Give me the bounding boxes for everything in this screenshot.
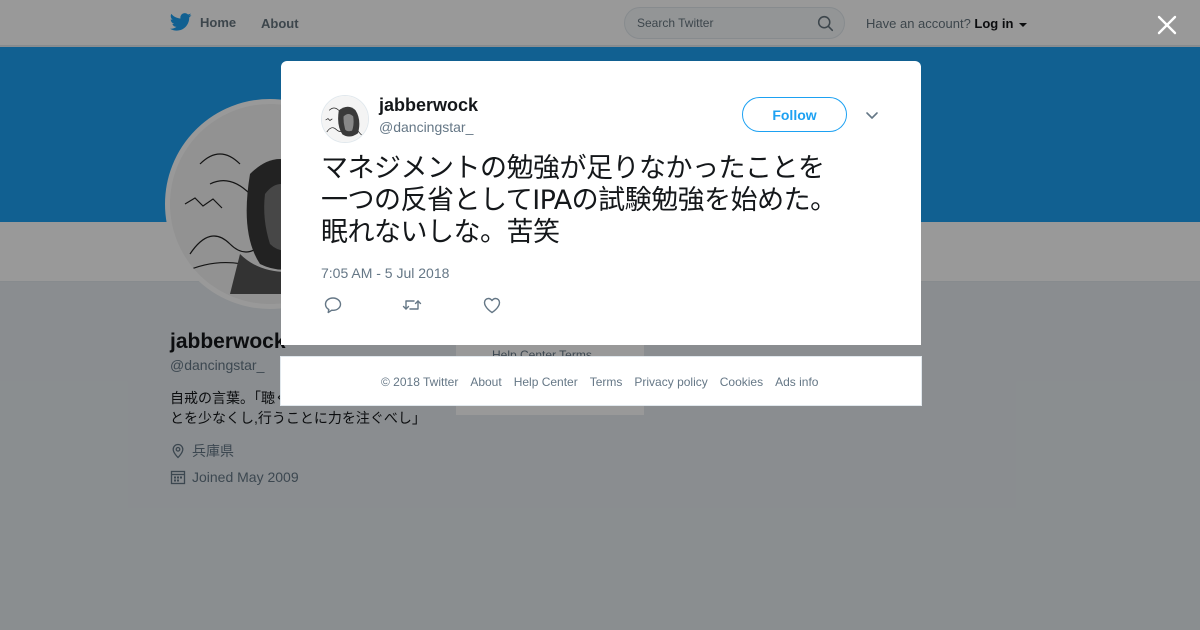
- footer-copyright: © 2018 Twitter: [381, 375, 459, 389]
- chevron-down-icon[interactable]: [864, 107, 880, 123]
- close-icon[interactable]: [1155, 13, 1179, 37]
- tweet-text-line: マネジメントの勉強が足りなかったことを: [321, 153, 825, 184]
- tweet-text-line: 一つの反省としてIPAの試験勉強を始めた。: [321, 185, 837, 216]
- footer-link-cookies[interactable]: Cookies: [720, 375, 763, 389]
- tweet-author-handle[interactable]: @dancingstar_: [379, 119, 473, 135]
- reply-icon[interactable]: [323, 296, 343, 314]
- tweet-author-avatar[interactable]: [321, 95, 369, 143]
- tweet-author-name[interactable]: jabberwock: [379, 95, 478, 116]
- footer-link-help-center[interactable]: Help Center: [514, 375, 578, 389]
- heart-icon[interactable]: [482, 296, 502, 314]
- footer-link-privacy[interactable]: Privacy policy: [634, 375, 707, 389]
- footer-link-ads-info[interactable]: Ads info: [775, 375, 818, 389]
- footer-links: © 2018 Twitter About Help Center Terms P…: [381, 375, 818, 389]
- tweet-modal: jabberwock @dancingstar_ Follow マネジメントの勉…: [281, 61, 921, 345]
- modal-footer: © 2018 Twitter About Help Center Terms P…: [280, 356, 922, 406]
- retweet-icon[interactable]: [402, 296, 422, 314]
- avatar-illustration-small: [322, 96, 368, 142]
- footer-link-about[interactable]: About: [470, 375, 501, 389]
- follow-button[interactable]: Follow: [742, 97, 847, 132]
- footer-link-terms[interactable]: Terms: [590, 375, 623, 389]
- tweet-text: マネジメントの勉強が足りなかったことを 一つの反省としてIPAの試験勉強を始めた…: [321, 153, 881, 249]
- tweet-timestamp[interactable]: 7:05 AM - 5 Jul 2018: [321, 265, 449, 281]
- tweet-text-line: 眠れないしな。苦笑: [321, 217, 560, 248]
